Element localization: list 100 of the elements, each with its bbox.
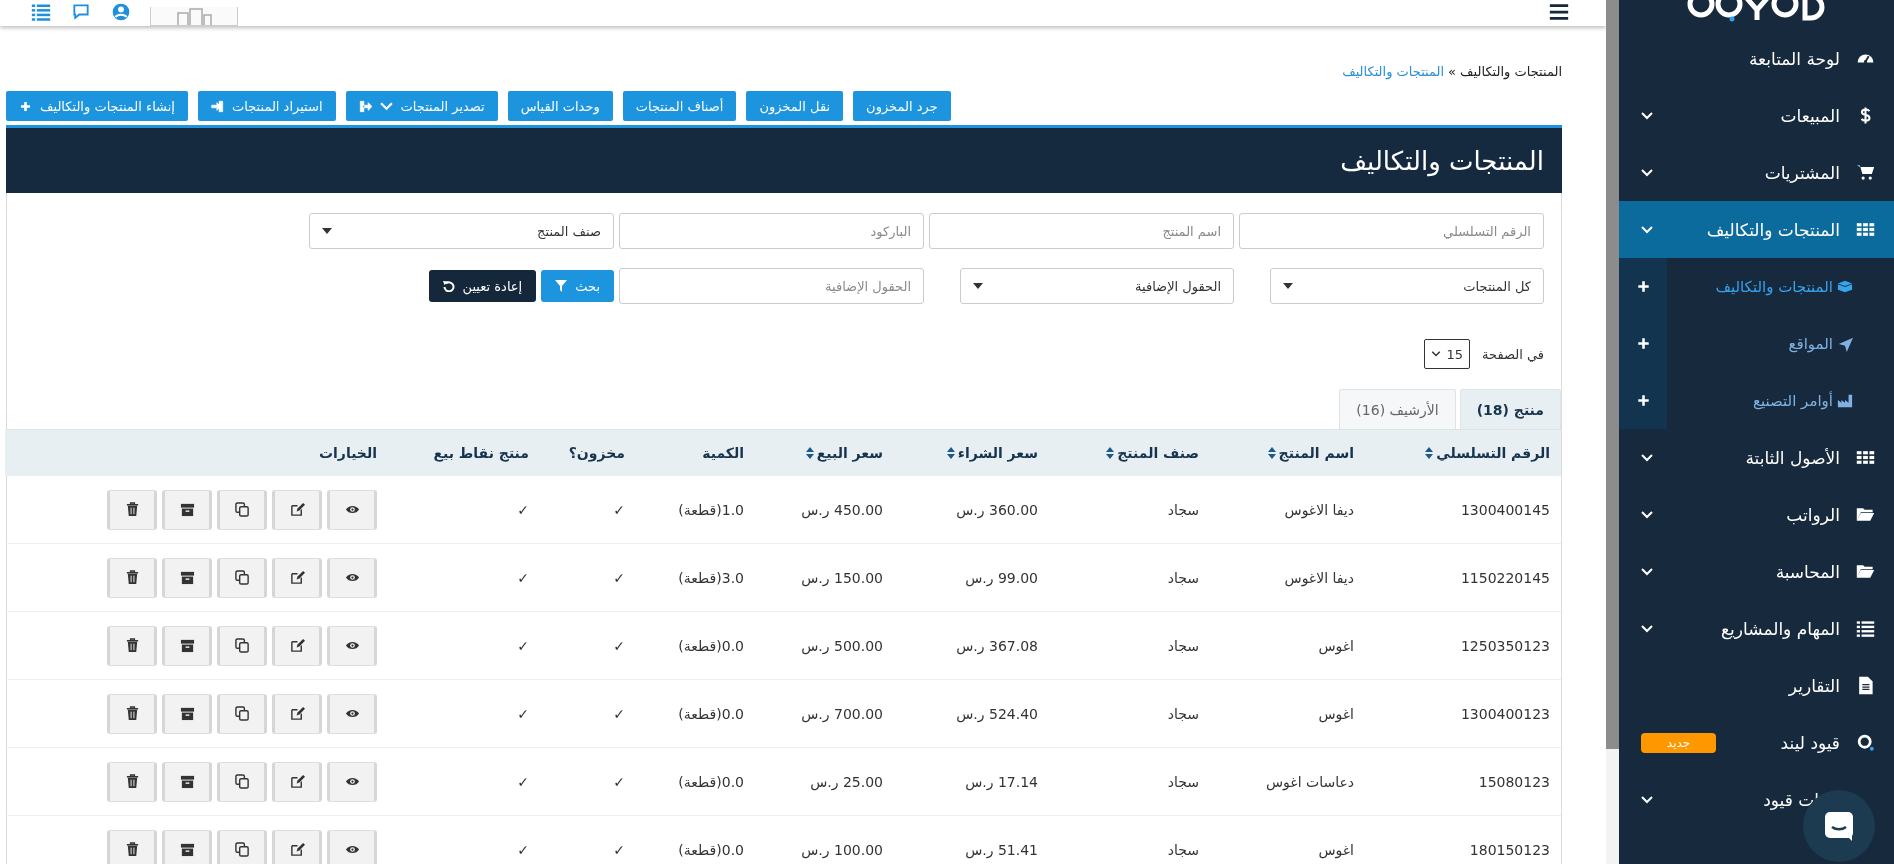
- per-page-select[interactable]: 15: [1424, 339, 1471, 369]
- sort-icon[interactable]: [1106, 447, 1115, 459]
- sidebar-item[interactable]: المنتجات والتكاليف: [1619, 201, 1894, 258]
- archive-button[interactable]: [162, 829, 212, 864]
- table-cell: ✓: [388, 679, 540, 748]
- sidebar-item[interactable]: المشتريات: [1619, 144, 1894, 201]
- plus-icon: [1636, 394, 1650, 407]
- archive-icon: [179, 706, 195, 721]
- chevron-icon: [1641, 111, 1653, 120]
- input-field[interactable]: الباركود: [619, 213, 924, 249]
- breadcrumb-separator: »: [1448, 63, 1457, 79]
- edit-button[interactable]: [272, 693, 322, 734]
- table-cell: 1150220145: [1365, 543, 1561, 612]
- archive-button[interactable]: [162, 761, 212, 802]
- dropdown[interactable]: كل المنتجات: [1270, 268, 1544, 304]
- archive-button[interactable]: [162, 557, 212, 598]
- view-button[interactable]: [327, 693, 377, 734]
- chat-icon[interactable]: [70, 2, 92, 22]
- archive-icon: [179, 842, 195, 857]
- table-cell: 1.0(قطعة): [636, 476, 755, 544]
- tab[interactable]: منتج (18): [1459, 389, 1561, 429]
- box-icon: [1836, 278, 1854, 295]
- sidebar-item[interactable]: التقارير: [1619, 657, 1894, 714]
- table-cell: سجاد: [1049, 679, 1210, 748]
- submenu-item[interactable]: أوامر التصنيع: [1667, 391, 1894, 410]
- copy-button[interactable]: [217, 829, 267, 864]
- copy-button[interactable]: [217, 693, 267, 734]
- sidebar-item[interactable]: قيود ليند جديد: [1619, 714, 1894, 771]
- column-header[interactable]: الكمية: [702, 445, 744, 461]
- factory-icon: [1836, 392, 1854, 409]
- delete-button[interactable]: [107, 489, 157, 530]
- sort-icon[interactable]: [1425, 447, 1434, 459]
- copy-icon: [234, 570, 250, 585]
- sort-icon[interactable]: [805, 447, 814, 459]
- scrollbar[interactable]: [1606, 0, 1619, 749]
- delete-button[interactable]: [107, 829, 157, 864]
- table-cell: ديفا الاغوس: [1210, 476, 1365, 544]
- copy-button[interactable]: [217, 557, 267, 598]
- table-cell: 367.08 ر.س: [894, 611, 1049, 680]
- folder-icon: [1856, 505, 1875, 524]
- edit-button[interactable]: [272, 761, 322, 802]
- sidebar-item[interactable]: المهام والمشاريع: [1619, 600, 1894, 657]
- table-cell: ✓: [388, 476, 540, 544]
- archive-button[interactable]: [162, 489, 212, 530]
- edit-button[interactable]: [272, 625, 322, 666]
- delete-button[interactable]: [107, 761, 157, 802]
- sidebar-item[interactable]: الأصول الثابتة: [1619, 429, 1894, 486]
- view-button[interactable]: [327, 489, 377, 530]
- column-header[interactable]: اسم المنتج: [1278, 445, 1354, 461]
- sort-icon[interactable]: [946, 447, 955, 459]
- input-field[interactable]: اسم المنتج: [929, 213, 1234, 249]
- column-header[interactable]: الرقم التسلسلي: [1436, 445, 1550, 461]
- delete-button[interactable]: [107, 557, 157, 598]
- cart-icon: [1856, 163, 1875, 182]
- breadcrumb-link[interactable]: المنتجات والتكاليف: [1342, 63, 1445, 79]
- copy-button[interactable]: [217, 625, 267, 666]
- input-field[interactable]: الحقول الإضافية: [619, 268, 924, 304]
- sidebar-item[interactable]: المبيعات: [1619, 87, 1894, 144]
- column-header[interactable]: سعر البيع: [816, 445, 883, 461]
- view-button[interactable]: [327, 625, 377, 666]
- edit-button[interactable]: [272, 829, 322, 864]
- sidebar-item[interactable]: الرواتب: [1619, 486, 1894, 543]
- edit-button[interactable]: [272, 489, 322, 530]
- submenu-item[interactable]: المنتجات والتكاليف: [1667, 277, 1894, 296]
- table-cell: ✓: [388, 747, 540, 816]
- delete-button[interactable]: [107, 625, 157, 666]
- dropdown[interactable]: صنف المنتج: [309, 213, 614, 249]
- sidebar-item[interactable]: المحاسبة: [1619, 543, 1894, 600]
- column-header[interactable]: منتج نقاط بيع: [433, 445, 529, 461]
- copy-button[interactable]: [217, 489, 267, 530]
- new-badge: جديد: [1641, 732, 1716, 753]
- archive-button[interactable]: [162, 625, 212, 666]
- view-button[interactable]: [327, 557, 377, 598]
- column-header[interactable]: صنف المنتج: [1117, 445, 1199, 461]
- user-icon[interactable]: [110, 2, 132, 22]
- sidebar-label: لوحة المتابعة: [1748, 48, 1840, 69]
- column-header[interactable]: مخزون؟: [568, 445, 625, 461]
- table-cell: سجاد: [1049, 543, 1210, 612]
- tab[interactable]: الأرشيف (16): [1339, 389, 1456, 429]
- reset-button[interactable]: إعادة تعيين: [428, 270, 537, 302]
- copy-button[interactable]: [217, 761, 267, 802]
- submenu-item[interactable]: المواقع: [1667, 334, 1894, 353]
- sidebar-item[interactable]: لوحة المتابعة: [1619, 30, 1894, 87]
- delete-button[interactable]: [107, 693, 157, 734]
- add-button[interactable]: [1619, 258, 1667, 315]
- dropdown[interactable]: الحقول الإضافية: [960, 268, 1234, 304]
- view-button[interactable]: [327, 761, 377, 802]
- archive-button[interactable]: [162, 693, 212, 734]
- sidebar-label: المنتجات والتكاليف: [1706, 219, 1840, 240]
- sort-icon[interactable]: [1267, 447, 1276, 459]
- breadcrumb-link[interactable]: المنتجات والتكاليف: [1460, 63, 1562, 79]
- list-icon[interactable]: [30, 2, 52, 22]
- column-header[interactable]: الخيارات: [318, 445, 377, 461]
- column-header[interactable]: سعر الشراء: [957, 445, 1038, 461]
- view-button[interactable]: [327, 829, 377, 864]
- table-cell: 1250350123: [1365, 611, 1561, 680]
- input-field[interactable]: الرقم التسلسلي: [1239, 213, 1544, 249]
- panel-title: المنتجات والتكاليف: [6, 128, 1562, 193]
- add-button[interactable]: [1619, 372, 1667, 429]
- edit-button[interactable]: [272, 557, 322, 598]
